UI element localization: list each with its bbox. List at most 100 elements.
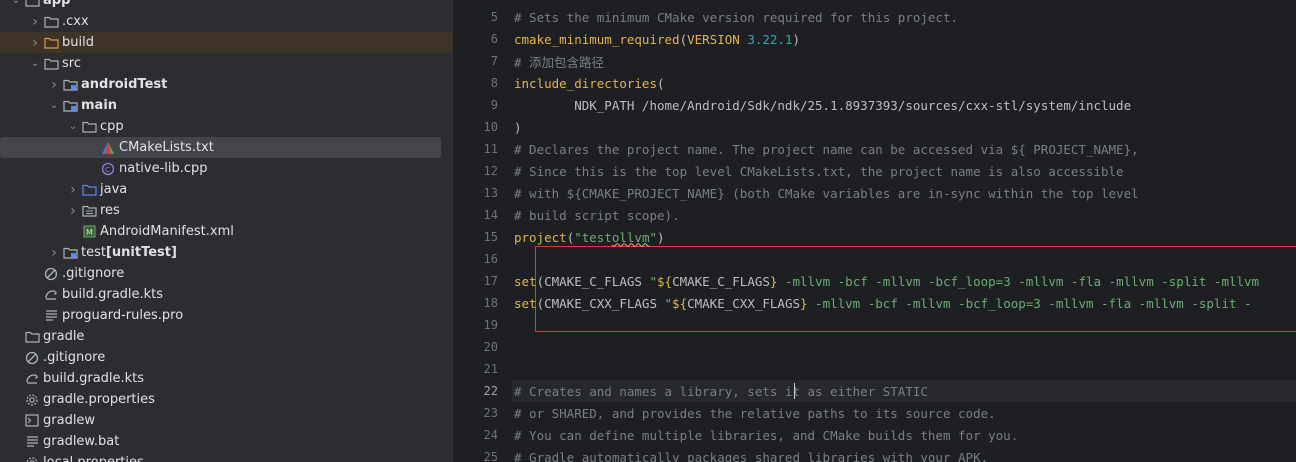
tree-item[interactable]: M AndroidManifest.xml [0, 221, 453, 242]
code-line[interactable]: # 添加包含路径 [514, 50, 604, 72]
line-number: 15 [483, 230, 498, 244]
tree-item[interactable]: CMakeLists.txt [0, 137, 441, 158]
tree-item[interactable]: ⌄ app [0, 0, 453, 11]
tree-item-label: src [62, 56, 81, 71]
code-line[interactable]: # Declares the project name. The project… [514, 138, 1139, 160]
code-line[interactable]: # with ${CMAKE_PROJECT_NAME} (both CMake… [514, 182, 1139, 204]
code-token: } [769, 273, 778, 289]
code-token: ${ [672, 295, 688, 311]
code-token: " [664, 295, 673, 311]
tree-item-label: gradle [43, 329, 85, 344]
chevron-right-icon[interactable]: › [65, 203, 81, 219]
tree-item[interactable]: proguard-rules.pro [0, 305, 453, 326]
chevron-right-icon[interactable]: › [27, 35, 43, 51]
tree-item[interactable]: gradlew [0, 410, 453, 431]
cmake-icon [100, 140, 116, 156]
code-line[interactable]: # build script scope). [514, 204, 680, 226]
line-number: 7 [490, 54, 498, 68]
code-line[interactable]: # You can define multiple libraries, and… [514, 424, 1018, 446]
chevron-right-icon[interactable]: › [46, 245, 62, 261]
code-token: ${ [657, 273, 673, 289]
tree-item[interactable]: build.gradle.kts [0, 368, 453, 389]
line-number: 19 [483, 318, 498, 332]
code-token: # Since this is the top level CMakeLists… [514, 163, 1124, 179]
chevron-right-icon[interactable]: › [27, 14, 43, 30]
project-tree: ⌄ app › .cxx › build ⌄ src › androidTest ⌄ main ⌄ cpp… [0, 0, 454, 462]
folder-icon [81, 119, 97, 135]
chevron-right-icon[interactable]: › [46, 77, 62, 93]
code-token: } [800, 295, 808, 311]
chevron-right-icon[interactable]: › [65, 182, 81, 198]
tree-item[interactable]: gradle [0, 326, 453, 347]
tree-item[interactable]: .gitignore [0, 347, 453, 368]
code-line[interactable]: # Gradle automatically packages shared l… [514, 446, 988, 462]
tree-item[interactable]: › test [unitTest] [0, 242, 453, 263]
line-number-gutter[interactable]: 5 6 7 8 9 10 11 12 13 14 15 16 17 18 19 20 21 22 23 24 25 [454, 0, 512, 462]
code-line[interactable]: project("test ollvm ") [514, 226, 665, 248]
chevron-down-icon[interactable]: ⌄ [46, 100, 62, 111]
tree-item[interactable]: ⌄ cpp [0, 116, 453, 137]
tree-item-label: java [100, 182, 128, 197]
code-line[interactable]: # Creates and names a library, sets it a… [514, 380, 928, 402]
tree-item-label: gradle.properties [43, 392, 155, 407]
code-token: # Creates and names a library, sets it a… [514, 383, 928, 399]
chevron-down-icon[interactable]: ⌄ [27, 58, 43, 69]
tree-item[interactable]: .gitignore [0, 263, 453, 284]
resource-folder-icon [81, 203, 97, 219]
line-number: 18 [483, 296, 498, 310]
code-token: " [649, 273, 657, 289]
tree-item[interactable]: build.gradle.kts [0, 284, 453, 305]
tree-item[interactable]: › res [0, 200, 453, 221]
code-line[interactable]: ) [514, 116, 522, 138]
chevron-down-icon[interactable]: ⌄ [65, 121, 81, 132]
code-area[interactable]: # Sets the minimum CMake version require… [514, 0, 1296, 462]
tree-item[interactable]: ⌄ main [0, 95, 453, 116]
code-line[interactable]: cmake_minimum_required(VERSION 3.22.1) [514, 28, 800, 50]
code-line[interactable]: include_directories( [514, 72, 665, 94]
tree-item[interactable]: gradle.properties [0, 389, 453, 410]
code-token: ( [679, 31, 688, 47]
tree-item[interactable]: gradlew.bat [0, 431, 453, 452]
folder-icon [43, 56, 59, 72]
folder-icon [43, 14, 59, 30]
tree-item[interactable]: › build [0, 32, 453, 53]
module-folder-icon [62, 245, 78, 261]
svg-text:M: M [86, 228, 93, 237]
code-token: cmake_minimum_required [514, 31, 680, 47]
chevron-down-icon[interactable]: ⌄ [8, 0, 24, 6]
code-token: -mllvm -bcf -mllvm -bcf_loop=3 -mllvm -f… [807, 295, 1252, 311]
code-line[interactable]: set (CMAKE_C_FLAGS " ${CMAKE_C_FLAGS} -mll… [514, 270, 1259, 292]
tree-item-label: cpp [100, 119, 124, 134]
line-number: 22 [483, 384, 498, 398]
code-line[interactable]: # or SHARED, and provides the relative p… [514, 402, 996, 424]
tree-item-label: proguard-rules.pro [62, 308, 184, 323]
tree-item[interactable]: Cnative-lib.cpp [0, 158, 453, 179]
tree-item[interactable]: › androidTest [0, 74, 453, 95]
code-editor[interactable]: 5 6 7 8 9 10 11 12 13 14 15 16 17 18 19 20 21 22 23 24 25 # … [454, 0, 1296, 462]
folder-icon [24, 329, 40, 345]
code-token: ) [657, 229, 665, 245]
line-number: 13 [483, 186, 498, 200]
tree-item[interactable]: › .cxx [0, 11, 453, 32]
line-number: 21 [483, 362, 498, 376]
code-token: include_directories [514, 75, 657, 91]
code-token: # build script scope). [514, 207, 680, 223]
tree-item[interactable]: ⌄ src [0, 53, 453, 74]
tree-item-label: build [62, 35, 94, 50]
code-token: ( [657, 75, 665, 91]
cpp-file-icon: C [100, 161, 116, 177]
code-line[interactable]: NDK_PATH /home/Android/Sdk/ndk/25.1.8937… [514, 94, 1131, 116]
code-token: # Sets the minimum CMake version require… [514, 9, 959, 25]
code-line[interactable]: # Since this is the top level CMakeLists… [514, 160, 1124, 182]
line-number: 9 [490, 98, 498, 112]
tree-item-label: local.properties [43, 455, 144, 462]
code-line[interactable]: set (CMAKE_CXX_FLAGS " ${CMAKE_CXX_FLAGS} … [514, 292, 1252, 314]
tree-item[interactable]: local.properties [0, 452, 453, 462]
code-line[interactable]: # Sets the minimum CMake version require… [514, 6, 958, 28]
terminal-icon [24, 413, 40, 429]
line-number: 12 [483, 164, 498, 178]
module-folder-icon [62, 77, 78, 93]
code-token: NDK_PATH /home/Android/Sdk/ndk/25.1.8937… [514, 97, 1132, 113]
code-token: " [649, 229, 658, 245]
tree-item[interactable]: › java [0, 179, 453, 200]
